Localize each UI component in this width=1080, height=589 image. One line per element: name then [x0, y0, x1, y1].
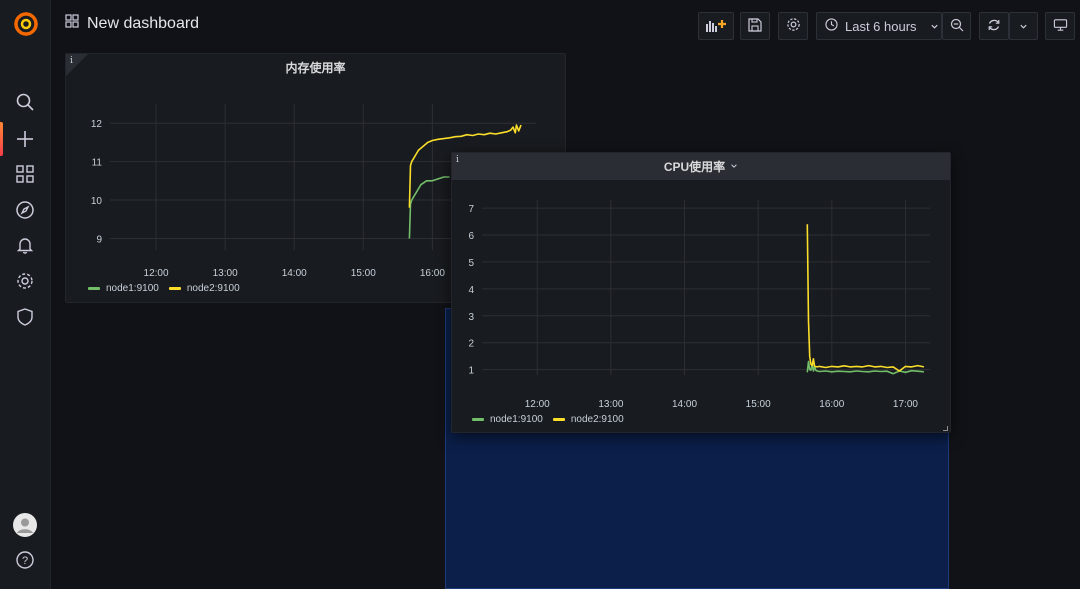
x-tick-label: 16:00 [420, 268, 445, 279]
legend-item[interactable]: node2:9100 [552, 414, 624, 425]
refresh-icon [987, 18, 1001, 35]
x-tick-label: 17:00 [893, 399, 918, 410]
legend-swatch [88, 287, 100, 290]
x-tick-label: 12:00 [525, 399, 550, 410]
avatar[interactable] [13, 513, 37, 537]
search-icon[interactable] [13, 90, 37, 114]
legend-item[interactable]: node2:9100 [168, 283, 240, 294]
add-panel-icon [705, 18, 727, 35]
chart-legend: node1:9100 node2:9100 [472, 414, 624, 425]
cpu-usage-chart[interactable]: 1 2 3 4 5 6 7 12:00 13:00 14:00 15:00 16:00 17:00 [452, 153, 952, 434]
y-tick-label: 12 [91, 119, 103, 130]
chart-legend: node1:9100 node2:9100 [88, 283, 240, 294]
x-tick-label: 14:00 [672, 399, 697, 410]
add-panel-button[interactable] [698, 12, 734, 40]
y-tick-label: 7 [468, 204, 474, 215]
series-line-node2-9100[interactable] [806, 224, 925, 372]
monitor-icon [1053, 18, 1068, 35]
sidebar-active-indicator [0, 122, 3, 156]
legend-swatch [168, 287, 181, 290]
x-tick-label: 16:00 [819, 399, 844, 410]
y-tick-label: 11 [92, 158, 103, 169]
save-dashboard-button[interactable] [740, 12, 770, 40]
dashboards-icon[interactable] [13, 162, 37, 186]
dashboard-title-text: New dashboard [87, 14, 200, 32]
x-tick-label: 13:00 [598, 399, 623, 410]
plus-icon[interactable] [13, 127, 37, 151]
configuration-icon[interactable] [13, 269, 37, 293]
tv-mode-button[interactable] [1045, 12, 1075, 40]
y-tick-label: 4 [468, 285, 474, 296]
y-tick-label: 3 [468, 312, 474, 323]
save-icon [748, 17, 762, 35]
zoom-out-button[interactable] [942, 12, 971, 40]
x-tick-label: 12:00 [144, 268, 169, 279]
y-tick-label: 9 [96, 234, 102, 245]
x-tick-label: 15:00 [351, 268, 376, 279]
series-line-node1-9100[interactable] [408, 176, 450, 239]
dashboard-navbar: New dashboard Last 6 hours [51, 0, 1080, 52]
dashboard-settings-button[interactable] [778, 12, 808, 40]
y-tick-label: 5 [468, 258, 474, 269]
legend-label: node2:9100 [570, 414, 624, 425]
y-tick-label: 6 [468, 231, 474, 242]
x-tick-label: 13:00 [213, 268, 238, 279]
sidebar: ? [0, 0, 51, 589]
legend-label: node1:9100 [106, 283, 159, 294]
x-tick-label: 15:00 [746, 399, 771, 410]
help-icon[interactable]: ? [13, 548, 37, 572]
dashboard-title[interactable]: New dashboard [65, 14, 199, 33]
resize-handle[interactable] [943, 426, 948, 431]
refresh-interval-dropdown[interactable] [1009, 12, 1038, 40]
refresh-button[interactable] [979, 12, 1009, 40]
legend-label: node2:9100 [186, 283, 240, 294]
cpu-usage-panel[interactable]: i CPU使用率 1 2 3 4 5 6 7 12:00 13:00 14:00 15:00 16:0… [451, 152, 951, 433]
dashboard-grid-icon [65, 14, 79, 33]
x-tick-label: 14:00 [282, 268, 307, 279]
y-tick-label: 10 [91, 196, 103, 207]
explore-icon[interactable] [13, 198, 37, 222]
legend-item[interactable]: node1:9100 [88, 283, 159, 294]
y-tick-label: 1 [468, 366, 474, 377]
grafana-logo-icon[interactable] [13, 11, 39, 37]
chevron-down-icon [930, 19, 939, 34]
clock-icon [825, 18, 838, 34]
legend-label: node1:9100 [490, 414, 543, 425]
zoom-out-icon [950, 18, 964, 35]
gear-icon [786, 17, 801, 35]
legend-swatch [472, 418, 484, 421]
svg-text:?: ? [22, 555, 28, 567]
shield-icon[interactable] [13, 305, 37, 329]
time-range-picker[interactable]: Last 6 hours [816, 12, 942, 40]
alerting-icon[interactable] [13, 233, 37, 257]
y-tick-label: 2 [468, 339, 474, 350]
legend-item[interactable]: node1:9100 [472, 414, 543, 425]
legend-swatch [552, 418, 565, 421]
time-range-label: Last 6 hours [845, 18, 917, 34]
chevron-down-icon [1019, 19, 1028, 34]
